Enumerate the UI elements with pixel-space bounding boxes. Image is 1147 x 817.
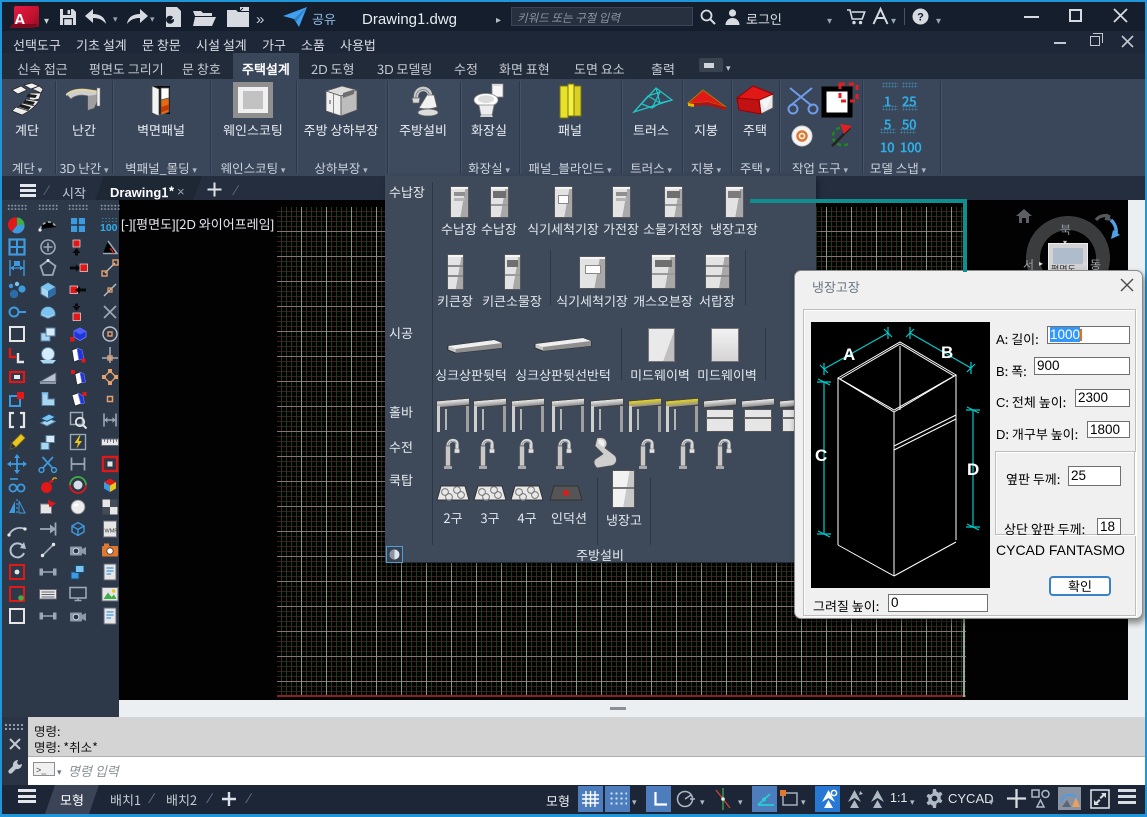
svg-text:A: A xyxy=(843,345,855,364)
svg-text:D: D xyxy=(967,460,979,479)
svg-text:100: 100 xyxy=(100,222,118,234)
svg-text:WMF: WMF xyxy=(105,529,119,535)
svg-text:B: B xyxy=(941,343,953,362)
svg-text:?: ? xyxy=(917,12,924,24)
svg-text:C: C xyxy=(815,446,827,465)
